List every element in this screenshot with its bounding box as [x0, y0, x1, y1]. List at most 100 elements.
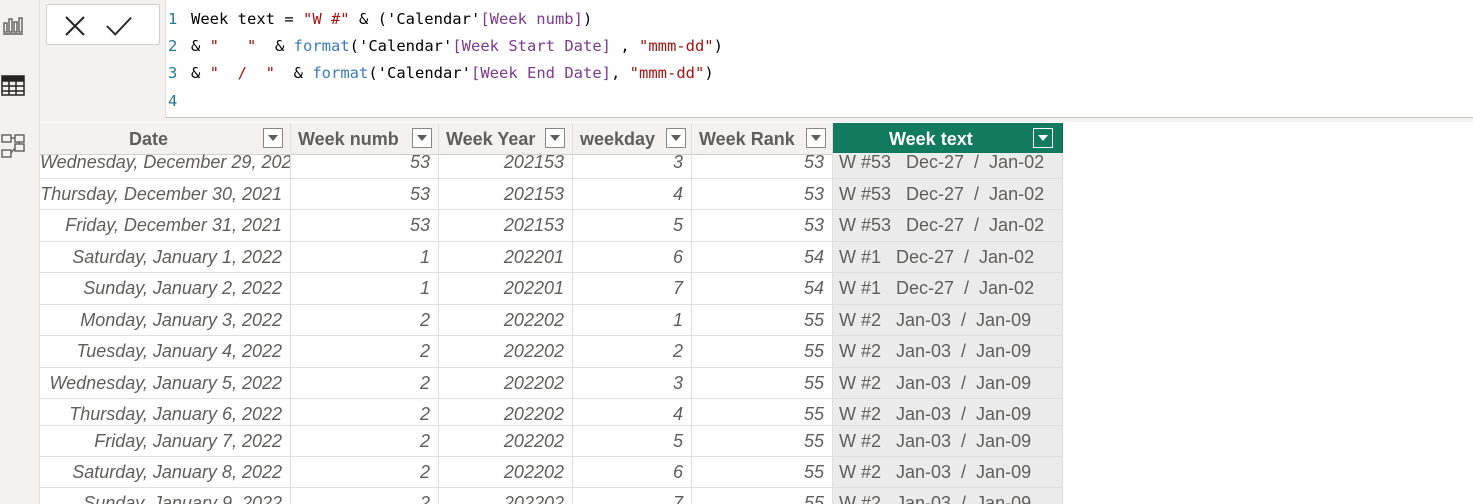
table-row[interactable]: Thursday, January 6, 2022 2 202202 4 55 W #2 … — [40, 399, 1063, 426]
column-header-week-year[interactable]: Week Year — [439, 123, 573, 155]
column-header-week-rank[interactable]: Week Rank — [692, 123, 833, 155]
formula-token: & — [275, 64, 313, 82]
formula-editor[interactable]: 1 Week text = "W #" & ('Calendar'[Week nu… — [165, 0, 1473, 118]
table-row[interactable]: Wednesday, December 29, 202 53 202153 3 53 W … — [40, 153, 1063, 179]
column-header-weekday[interactable]: weekday — [573, 123, 692, 155]
cell-week-numb: 53 — [291, 210, 439, 242]
cell-value: 2 — [419, 373, 430, 393]
cell-week-rank: 55 — [692, 336, 833, 368]
table-view-icon[interactable] — [0, 70, 26, 100]
report-view-icon[interactable] — [0, 10, 26, 40]
formula-token: ( — [368, 64, 378, 82]
table-row[interactable]: Friday, January 7, 2022 2 202202 5 55 W #2 Ja… — [40, 426, 1063, 457]
cell-date: Wednesday, December 29, 202 — [40, 153, 291, 179]
line-number: 3 — [168, 64, 178, 82]
cell-value: Wednesday, January 5, 2022 — [49, 373, 283, 393]
column-header-date[interactable]: Date — [40, 123, 291, 155]
table-row[interactable]: Saturday, January 8, 2022 2 202202 6 55 W #2 … — [40, 457, 1063, 488]
cell-value: 7 — [672, 278, 683, 298]
column-filter-button[interactable] — [806, 128, 826, 148]
cell-week-year: 202153 — [439, 179, 573, 210]
cell-value: 1 — [419, 278, 430, 298]
chevron-down-icon — [811, 135, 821, 141]
cell-value: W #1 Dec-27 / Jan-02 — [839, 278, 1035, 298]
cell-week-numb: 2 — [291, 336, 439, 368]
cell-week-year: 202202 — [439, 305, 573, 336]
cell-value: 55 — [803, 493, 824, 504]
formula-line: 4 — [166, 88, 191, 115]
column-filter-button[interactable] — [1033, 128, 1053, 148]
cell-value: W #53 Dec-27 / Jan-02 — [839, 184, 1045, 204]
cell-value: Thursday, December 30, 2021 — [40, 184, 282, 204]
cell-weekday: 3 — [573, 153, 692, 179]
column-header-label: weekday — [580, 129, 656, 149]
cell-date: Wednesday, January 5, 2022 — [40, 368, 291, 399]
cell-week-rank: 54 — [692, 273, 833, 305]
cell-value: 3 — [672, 153, 683, 172]
cell-value: 202202 — [503, 373, 564, 393]
cell-weekday: 4 — [573, 179, 692, 210]
column-header-label: Week numb — [298, 129, 399, 149]
table-row[interactable]: Sunday, January 2, 2022 1 202201 7 54 W #1 De… — [40, 273, 1063, 305]
cell-week-rank: 55 — [692, 305, 833, 336]
table-row[interactable]: Tuesday, January 4, 2022 2 202202 2 55 W #2 J… — [40, 336, 1063, 368]
cell-value: 2 — [419, 341, 430, 361]
cell-week-year: 202201 — [439, 273, 573, 305]
table-row[interactable]: Friday, December 31, 2021 53 202153 5 53 W #5… — [40, 210, 1063, 242]
cell-value: W #2 Jan-03 / Jan-09 — [839, 431, 1032, 451]
cell-value: 202202 — [503, 493, 564, 504]
cell-value: W #2 Jan-03 / Jan-09 — [839, 373, 1032, 393]
column-filter-button[interactable] — [666, 128, 686, 148]
table-row[interactable]: Sunday, January 9, 2022 2 202202 7 55 W #2 Ja… — [40, 488, 1063, 504]
cell-date: Tuesday, January 4, 2022 — [40, 336, 291, 368]
cell-weekday: 2 — [573, 336, 692, 368]
cell-value: 202201 — [503, 247, 564, 267]
chevron-down-icon — [550, 135, 560, 141]
cell-week-text: W #53 Dec-27 / Jan-02 — [833, 210, 1063, 242]
formula-token: format — [312, 64, 369, 82]
cell-weekday: 1 — [573, 305, 692, 336]
cell-week-year: 202202 — [439, 488, 573, 504]
cell-week-year: 202153 — [439, 153, 573, 179]
model-view-icon[interactable] — [0, 131, 26, 161]
cell-value: W #2 Jan-03 / Jan-09 — [839, 341, 1032, 361]
cell-value: 202153 — [503, 153, 564, 172]
column-filter-button[interactable] — [263, 128, 283, 148]
chevron-down-icon — [1038, 135, 1048, 141]
cell-value: 2 — [419, 462, 430, 482]
cell-value: W #2 Jan-03 / Jan-09 — [839, 310, 1032, 330]
formula-token: 'Calendar' — [377, 64, 471, 82]
cell-value: 55 — [803, 404, 824, 424]
cell-week-numb: 1 — [291, 273, 439, 305]
cell-weekday: 5 — [573, 210, 692, 242]
column-filter-button[interactable] — [545, 128, 565, 148]
formula-token: " " — [209, 37, 257, 55]
cell-value: Sunday, January 2, 2022 — [83, 278, 282, 298]
cell-value: 53 — [803, 215, 824, 235]
column-header-week-numb[interactable]: Week numb — [291, 123, 439, 155]
cell-week-rank: 55 — [692, 457, 833, 488]
commit-formula-button[interactable] — [105, 12, 133, 40]
cell-value: Monday, January 3, 2022 — [80, 310, 282, 330]
formula-token: & ( — [349, 10, 387, 28]
cell-week-rank: 53 — [692, 153, 833, 179]
column-header-week-text[interactable]: Week text — [833, 123, 1063, 155]
cancel-formula-button[interactable] — [61, 12, 89, 40]
column-filter-button[interactable] — [412, 128, 432, 148]
cell-week-text: W #53 Dec-27 / Jan-02 — [833, 179, 1063, 210]
cell-value: 1 — [672, 310, 683, 330]
table-row[interactable]: Thursday, December 30, 2021 53 202153 4 53 W … — [40, 179, 1063, 210]
table-row[interactable]: Wednesday, January 5, 2022 2 202202 3 55 W #2… — [40, 368, 1063, 399]
cell-date: Saturday, January 8, 2022 — [40, 457, 291, 488]
cell-week-rank: 54 — [692, 242, 833, 273]
cell-week-year: 202202 — [439, 426, 573, 457]
table-row[interactable]: Monday, January 3, 2022 2 202202 1 55 W #2 Ja… — [40, 305, 1063, 336]
cell-date: Friday, January 7, 2022 — [40, 426, 291, 457]
cell-week-numb: 2 — [291, 368, 439, 399]
cell-value: 55 — [803, 431, 824, 451]
formula-token: format — [293, 37, 350, 55]
table-row[interactable]: Saturday, January 1, 2022 1 202201 6 54 W #1 … — [40, 242, 1063, 273]
cell-value: W #2 Jan-03 / Jan-09 — [839, 493, 1032, 504]
cell-weekday: 7 — [573, 273, 692, 305]
close-icon — [65, 16, 85, 36]
